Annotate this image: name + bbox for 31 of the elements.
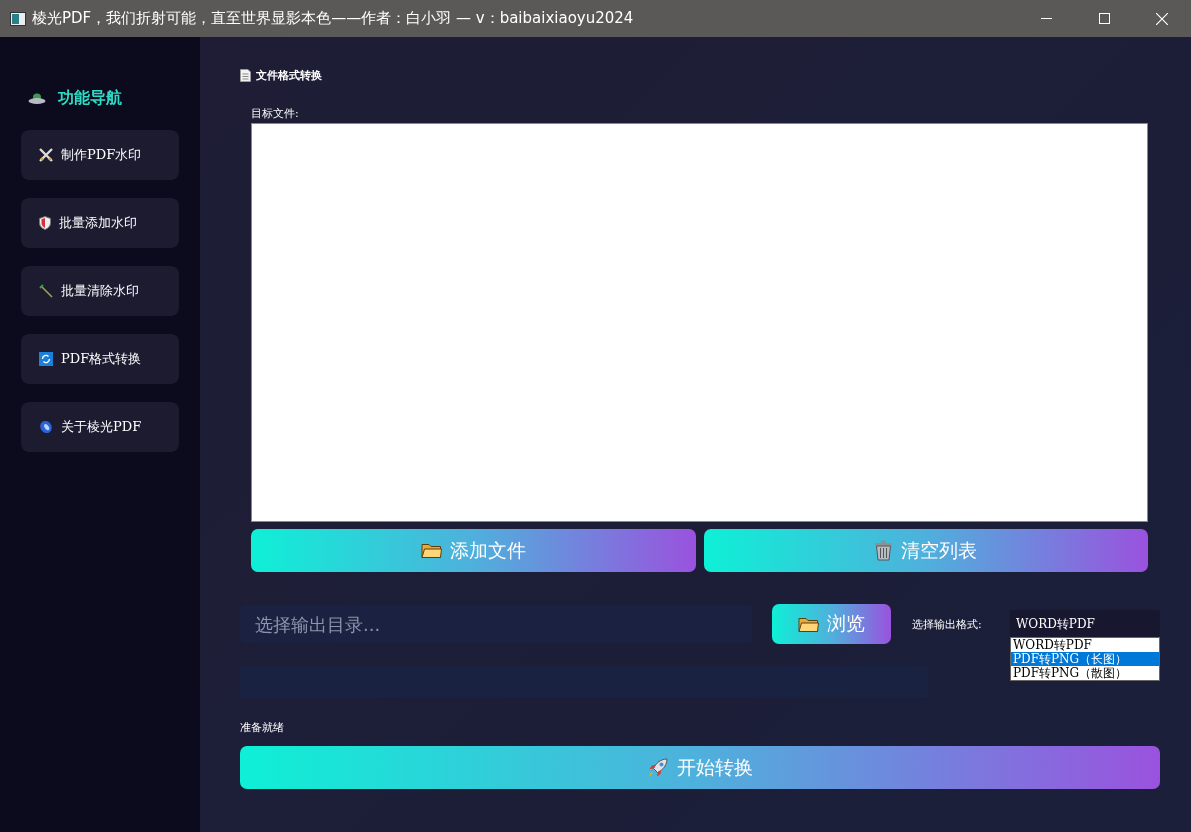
sidebar-item[interactable]: PDF格式转换 [21, 334, 179, 384]
sidebar-item[interactable]: 批量添加水印 [21, 198, 179, 248]
folder-icon [798, 615, 819, 633]
crossed-swords-icon [39, 148, 53, 162]
output-dir-field[interactable]: 选择输出目录... [240, 605, 752, 643]
sidebar-title: 功能导航 [58, 88, 122, 109]
format-label: 选择输出格式: [912, 616, 982, 632]
close-icon [1156, 12, 1168, 25]
sidebar-item[interactable]: 批量清除水印 [21, 266, 179, 316]
dropdown-option[interactable]: PDF转PNG（散图） [1011, 666, 1159, 680]
section-heading: 文件格式转换 [256, 67, 322, 83]
folder-icon [420, 542, 442, 559]
maximize-icon [1098, 13, 1110, 24]
sidebar-item[interactable]: 关于棱光PDF [21, 402, 179, 452]
gem-icon [39, 420, 53, 434]
file-list-label: 目标文件: [251, 106, 300, 120]
dropdown-option[interactable]: PDF转PNG（长图） [1011, 652, 1159, 666]
minimize-icon [1040, 17, 1052, 20]
shield-icon [39, 216, 51, 230]
app-icon [10, 11, 26, 26]
rocket-icon [647, 756, 669, 779]
sidebar-item[interactable]: 制作PDF水印 [21, 130, 179, 180]
dropdown-option[interactable]: WORD转PDF [1011, 638, 1159, 652]
trash-icon [874, 540, 894, 561]
refresh-icon [39, 352, 53, 366]
window-title: 棱光PDF，我们折射可能，直至世界显影本色——作者：白小羽 — v：baibaixiaoyu2024 [32, 9, 634, 28]
ufo-icon [28, 92, 46, 105]
status-text: 准备就绪 [240, 720, 285, 734]
wand-icon [39, 284, 53, 298]
file-list[interactable] [251, 123, 1148, 522]
document-icon [240, 68, 251, 82]
